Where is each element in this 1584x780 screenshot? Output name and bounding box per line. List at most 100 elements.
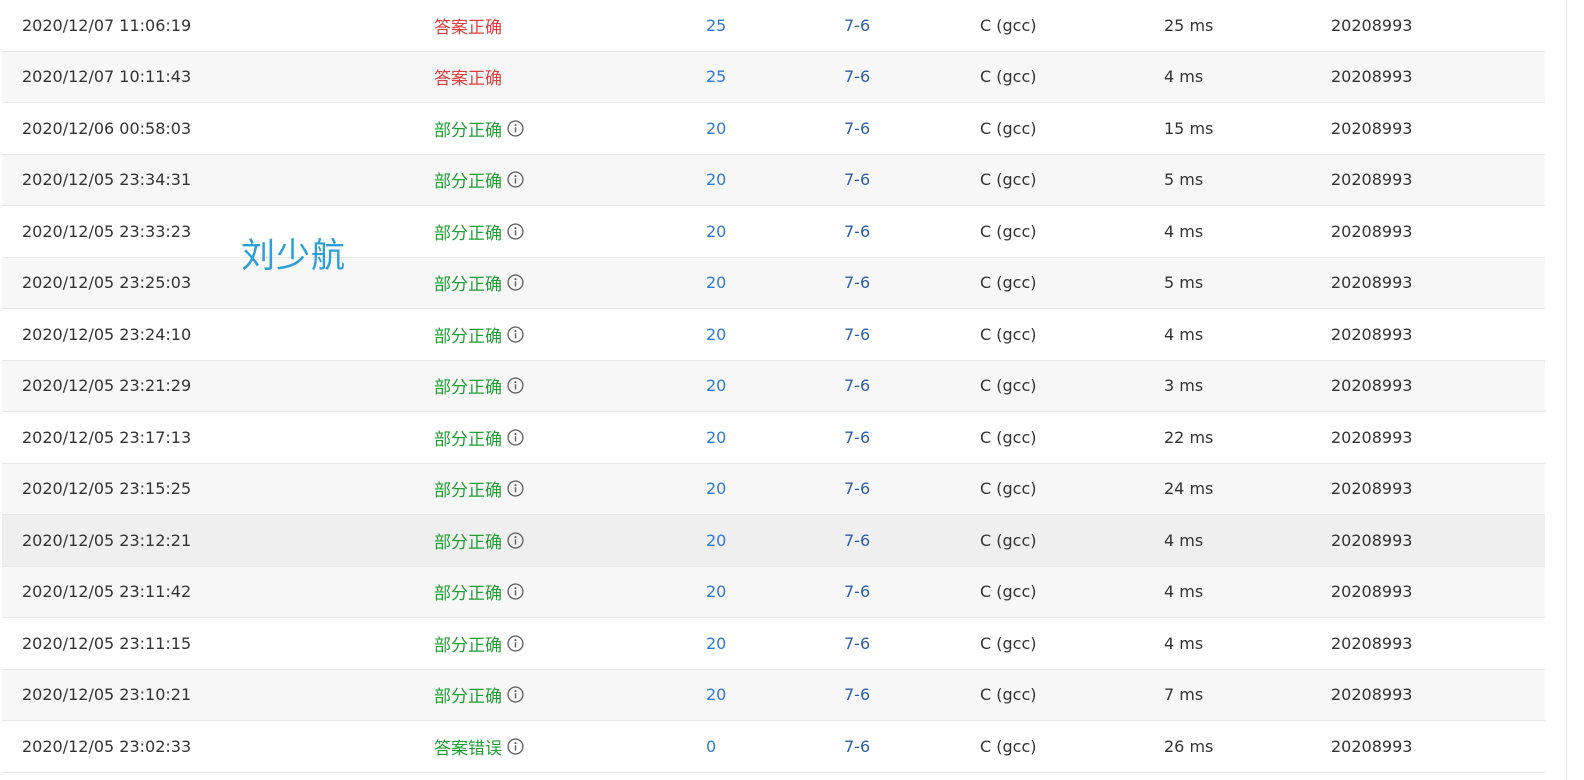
problem-link[interactable]: 7-6	[844, 721, 870, 772]
user-id: 20208993	[1331, 633, 1413, 653]
problem-link[interactable]: 7-6	[844, 103, 870, 154]
status-label: 答案错误	[434, 738, 502, 759]
info-icon[interactable]	[507, 532, 524, 549]
score-link[interactable]: 20	[706, 258, 726, 309]
table-row: 2020/12/07 11:06:19 答案正确 25 7-6 C (gcc) …	[2, 0, 1545, 52]
user-id: 20208993	[1331, 376, 1413, 396]
status-label: 部分正确	[434, 120, 502, 141]
table-row: 2020/12/07 10:11:43 答案正确 25 7-6 C (gcc) …	[2, 51, 1545, 103]
info-icon[interactable]	[507, 583, 524, 600]
run-time: 4 ms	[1164, 67, 1204, 87]
score-link[interactable]: 20	[706, 103, 726, 154]
score-link[interactable]: 20	[706, 412, 726, 463]
score-link[interactable]: 20	[706, 309, 726, 360]
info-icon[interactable]	[507, 120, 524, 137]
table-row: 2020/12/06 00:58:03 部分正确 20 7-6 C (gcc) …	[2, 103, 1545, 155]
status-cell: 部分正确	[434, 618, 524, 669]
score-link[interactable]: 20	[706, 361, 726, 412]
table-row: 2020/12/05 23:24:10 部分正确 20 7-6 C (gcc) …	[2, 309, 1545, 361]
problem-link[interactable]: 7-6	[844, 206, 870, 257]
info-icon[interactable]	[507, 274, 524, 291]
run-time: 15 ms	[1164, 118, 1214, 138]
status-label: 答案正确	[434, 69, 502, 90]
status-label: 部分正确	[434, 481, 502, 502]
info-icon[interactable]	[507, 171, 524, 188]
user-id: 20208993	[1331, 685, 1413, 705]
info-icon[interactable]	[507, 635, 524, 652]
problem-link[interactable]: 7-6	[844, 515, 870, 566]
info-icon[interactable]	[507, 738, 524, 755]
table-row: 2020/12/05 23:33:23 部分正确 20 7-6 C (gcc) …	[2, 206, 1545, 258]
user-id: 20208993	[1331, 479, 1413, 499]
table-row: 2020/12/05 23:11:42 部分正确 20 7-6 C (gcc) …	[2, 566, 1545, 618]
watermark-name: 刘少航	[241, 236, 346, 276]
submit-time: 2020/12/05 23:12:21	[22, 530, 192, 550]
user-id: 20208993	[1331, 67, 1413, 87]
problem-link[interactable]: 7-6	[844, 309, 870, 360]
score-link[interactable]: 20	[706, 515, 726, 566]
problem-link[interactable]: 7-6	[844, 361, 870, 412]
score-link[interactable]: 20	[706, 155, 726, 206]
score-link[interactable]: 25	[706, 52, 726, 103]
run-time: 3 ms	[1164, 376, 1204, 396]
submit-time: 2020/12/05 23:17:13	[22, 427, 192, 447]
status-cell: 部分正确	[434, 155, 524, 206]
status-cell: 答案正确	[434, 52, 502, 103]
problem-link[interactable]: 7-6	[844, 567, 870, 618]
problem-link[interactable]: 7-6	[844, 155, 870, 206]
language: C (gcc)	[980, 736, 1037, 756]
info-icon[interactable]	[507, 377, 524, 394]
language: C (gcc)	[980, 324, 1037, 344]
problem-link[interactable]: 7-6	[844, 52, 870, 103]
language: C (gcc)	[980, 118, 1037, 138]
status-label: 部分正确	[434, 326, 502, 347]
status-cell: 部分正确	[434, 258, 524, 309]
user-id: 20208993	[1331, 582, 1413, 602]
info-icon[interactable]	[507, 480, 524, 497]
language: C (gcc)	[980, 633, 1037, 653]
run-time: 4 ms	[1164, 221, 1204, 241]
run-time: 4 ms	[1164, 582, 1204, 602]
status-label: 部分正确	[434, 532, 502, 553]
status-label: 部分正确	[434, 378, 502, 399]
problem-link[interactable]: 7-6	[844, 412, 870, 463]
user-id: 20208993	[1331, 15, 1413, 35]
user-id: 20208993	[1331, 427, 1413, 447]
score-link[interactable]: 0	[706, 721, 716, 772]
status-label: 部分正确	[434, 275, 502, 296]
score-link[interactable]: 20	[706, 618, 726, 669]
run-time: 5 ms	[1164, 170, 1204, 190]
run-time: 25 ms	[1164, 15, 1214, 35]
submit-time: 2020/12/05 23:33:23	[22, 221, 192, 241]
info-icon[interactable]	[507, 686, 524, 703]
score-link[interactable]: 25	[706, 0, 726, 51]
status-cell: 部分正确	[434, 567, 524, 618]
score-link[interactable]: 20	[706, 464, 726, 515]
language: C (gcc)	[980, 15, 1037, 35]
table-row: 2020/12/05 23:25:03 部分正确 20 7-6 C (gcc) …	[2, 257, 1545, 309]
score-link[interactable]: 20	[706, 206, 726, 257]
info-icon[interactable]	[507, 223, 524, 240]
submit-time: 2020/12/05 23:10:21	[22, 685, 192, 705]
language: C (gcc)	[980, 170, 1037, 190]
table-row: 2020/12/05 23:12:21 部分正确 20 7-6 C (gcc) …	[2, 515, 1545, 567]
run-time: 4 ms	[1164, 633, 1204, 653]
problem-link[interactable]: 7-6	[844, 258, 870, 309]
info-icon[interactable]	[507, 429, 524, 446]
language: C (gcc)	[980, 530, 1037, 550]
status-label: 部分正确	[434, 172, 502, 193]
score-link[interactable]: 20	[706, 670, 726, 721]
problem-link[interactable]: 7-6	[844, 670, 870, 721]
run-time: 4 ms	[1164, 530, 1204, 550]
user-id: 20208993	[1331, 170, 1413, 190]
problem-link[interactable]: 7-6	[844, 0, 870, 51]
problem-link[interactable]: 7-6	[844, 464, 870, 515]
problem-link[interactable]: 7-6	[844, 618, 870, 669]
score-link[interactable]: 20	[706, 567, 726, 618]
info-icon[interactable]	[507, 326, 524, 343]
language: C (gcc)	[980, 582, 1037, 602]
user-id: 20208993	[1331, 221, 1413, 241]
user-id: 20208993	[1331, 530, 1413, 550]
user-id: 20208993	[1331, 273, 1413, 293]
language: C (gcc)	[980, 685, 1037, 705]
